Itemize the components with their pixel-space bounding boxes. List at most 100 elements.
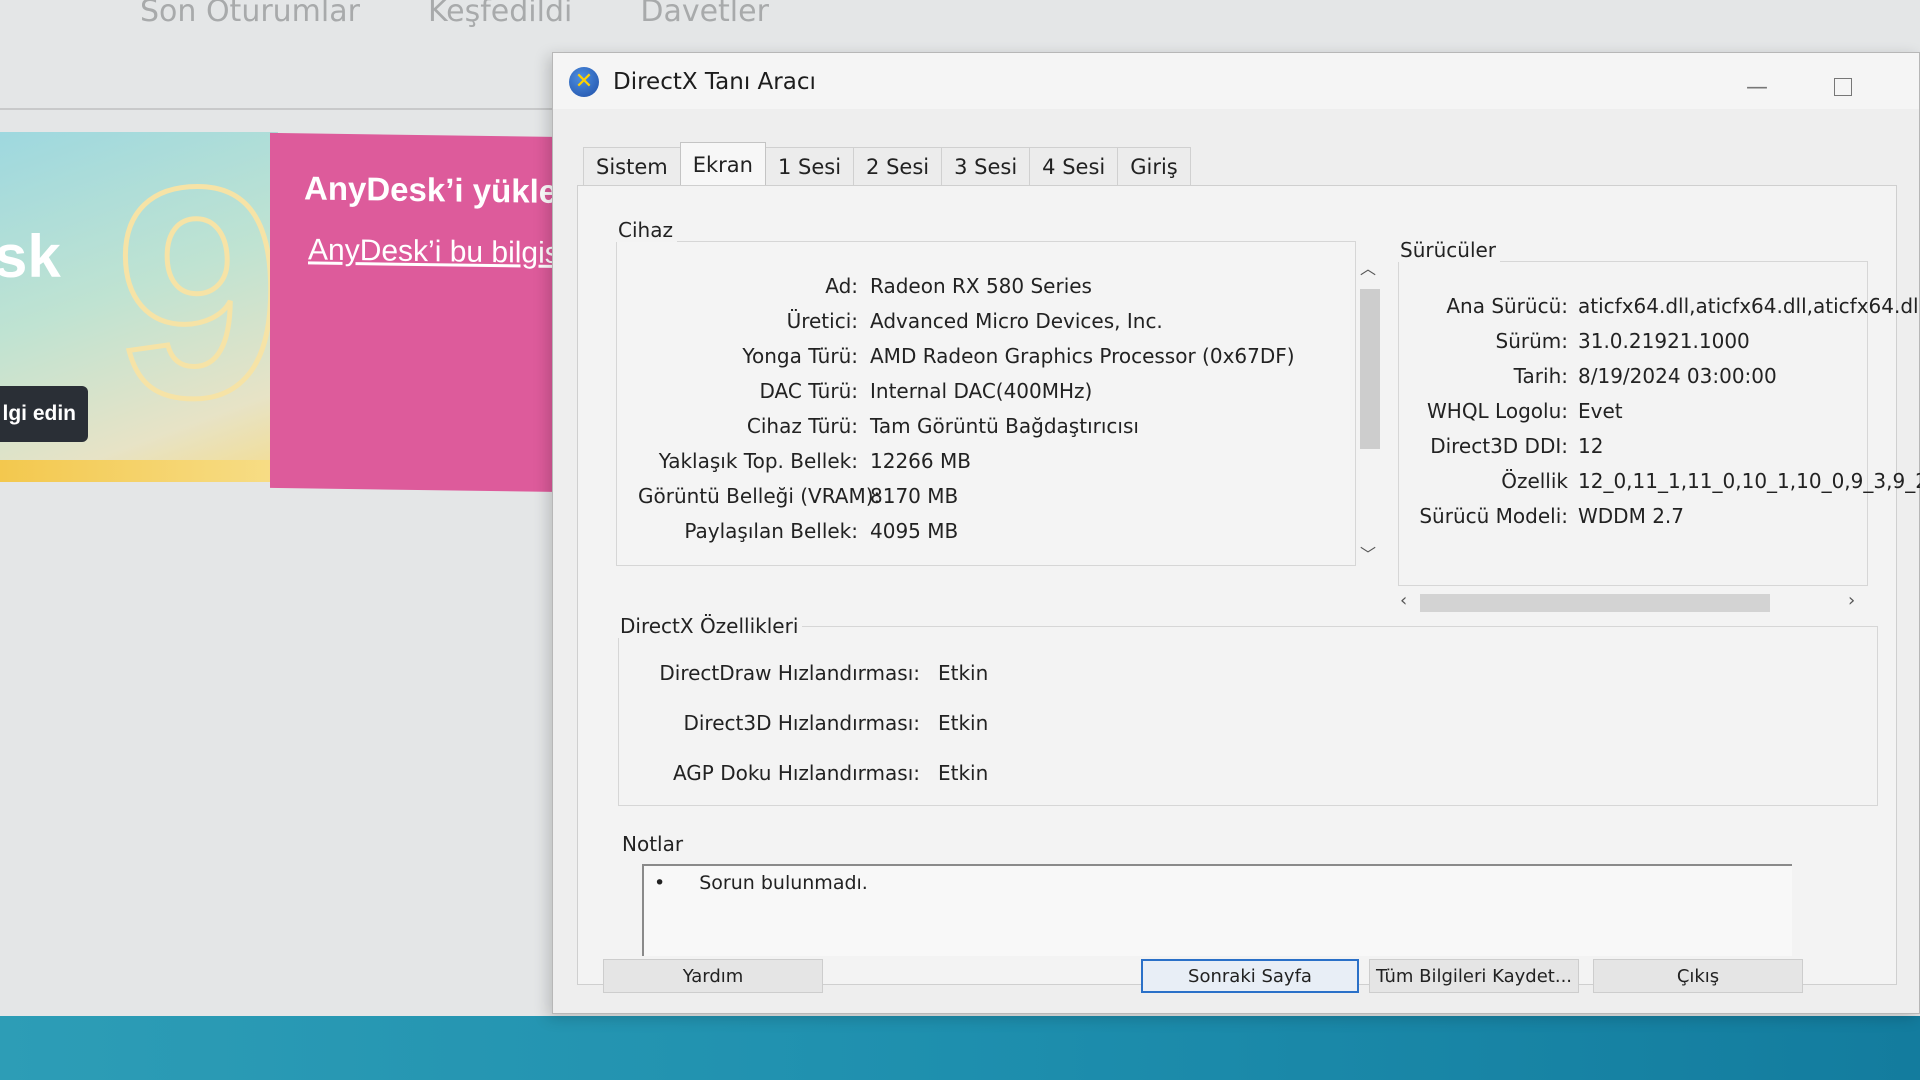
device-row-dac-type: DAC Türü: Internal DAC(400MHz) <box>638 379 1093 403</box>
device-row-vram: Görüntü Belleği (VRAM): 8170 MB <box>638 484 958 508</box>
device-scroll-thumb[interactable] <box>1360 289 1380 449</box>
driver-date-value: 8/19/2024 03:00:00 <box>1578 364 1777 388</box>
feature-direct3d-key: Direct3D Hızlandırması: <box>683 711 920 735</box>
nav-discovered[interactable]: Keşfedildi <box>428 0 572 34</box>
device-name-value: Radeon RX 580 Series <box>870 274 1092 298</box>
device-shared-memory-key: Paylaşılan Bellek: <box>684 519 858 543</box>
scroll-down-icon[interactable]: ﹀ <box>1360 541 1376 565</box>
device-chip-type-key: Yonga Türü: <box>742 344 858 368</box>
tab-sesi-3[interactable]: 3 Sesi <box>941 147 1031 185</box>
feature-direct3d-value: Etkin <box>938 711 989 735</box>
driver-row-d3d-ddi: Direct3D DDI: 12 <box>1408 434 1603 458</box>
driver-row-feature-levels: Özellik 12_0,11_1,11_0,10_1,10_0,9_3,9_2… <box>1408 469 1920 493</box>
device-group-label: Cihaz <box>614 218 677 242</box>
save-all-info-button[interactable]: Tüm Bilgileri Kaydet... <box>1369 959 1579 993</box>
tab-sesi-2[interactable]: 2 Sesi <box>853 147 943 185</box>
device-dac-type-key: DAC Türü: <box>759 379 859 403</box>
taskbar <box>0 1016 1920 1080</box>
tab-ekran[interactable]: Ekran <box>679 142 766 186</box>
nav-recent-sessions[interactable]: Son Oturumlar <box>140 0 360 34</box>
window-title: DirectX Tanı Aracı <box>613 69 816 95</box>
device-total-memory-value: 12266 MB <box>870 449 971 473</box>
note-item: • Sorun bulunmadı. <box>654 872 868 894</box>
help-button[interactable]: Yardım <box>603 959 823 993</box>
tab-bar: Sistem Ekran 1 Sesi 2 Sesi 3 Sesi 4 Sesi… <box>583 142 1191 186</box>
nav-invitations[interactable]: Davetler <box>640 0 769 34</box>
directx-features-label: DirectX Özellikleri <box>616 614 803 638</box>
device-chip-type-value: AMD Radeon Graphics Processor (0x67DF) <box>870 344 1295 368</box>
promo-card-brand-text: sk <box>0 223 61 290</box>
device-row-name: Ad: Radeon RX 580 Series <box>638 274 1092 298</box>
install-anydesk-title: AnyDesk’i yükle <box>304 169 558 210</box>
device-total-memory-key: Yaklaşık Top. Bellek: <box>658 449 858 473</box>
device-row-total-memory: Yaklaşık Top. Bellek: 12266 MB <box>638 449 971 473</box>
device-vertical-scrollbar[interactable]: ︿ ﹀ <box>1356 251 1382 566</box>
driver-version-key: Sürüm: <box>1495 329 1569 353</box>
background-nav: Son Oturumlar Keşfedildi Davetler <box>140 0 769 34</box>
install-anydesk-card[interactable]: AnyDesk’i yükle AnyDesk’i bu bilgis <box>270 132 570 493</box>
promo-card-number: 9 <box>113 132 278 460</box>
feature-row-direct3d: Direct3D Hızlandırması: Etkin <box>638 711 988 735</box>
background-divider <box>0 108 560 110</box>
device-row-chip-type: Yonga Türü: AMD Radeon Graphics Processo… <box>638 344 1295 368</box>
scroll-up-icon[interactable]: ︿ <box>1360 255 1376 279</box>
tab-sistem[interactable]: Sistem <box>583 147 681 185</box>
device-type-value: Tam Görüntü Bağdaştırıcısı <box>870 414 1139 438</box>
maximize-icon <box>1834 78 1852 96</box>
device-type-key: Cihaz Türü: <box>746 414 858 438</box>
drivers-horizontal-scrollbar[interactable]: ‹ › <box>1398 590 1868 616</box>
feature-agp-value: Etkin <box>938 761 989 785</box>
note-text: Sorun bulunmadı. <box>699 872 868 894</box>
driver-row-version: Sürüm: 31.0.21921.1000 <box>1408 329 1750 353</box>
tab-giris[interactable]: Giriş <box>1117 147 1191 185</box>
device-manufacturer-key: Üretici: <box>786 309 858 333</box>
driver-feature-levels-key: Özellik <box>1501 469 1568 493</box>
driver-model-value: WDDM 2.7 <box>1578 504 1684 528</box>
feature-row-directdraw: DirectDraw Hızlandırması: Etkin <box>638 661 988 685</box>
tab-sesi-4[interactable]: 4 Sesi <box>1029 147 1119 185</box>
device-row-device-type: Cihaz Türü: Tam Görüntü Bağdaştırıcısı <box>638 414 1139 438</box>
bullet-icon: • <box>654 872 666 894</box>
driver-date-key: Tarih: <box>1513 364 1568 388</box>
minimize-button[interactable]: — <box>1737 71 1777 103</box>
maximize-button[interactable] <box>1823 71 1863 103</box>
driver-row-whql: WHQL Logolu: Evet <box>1408 399 1623 423</box>
driver-d3d-ddi-value: 12 <box>1578 434 1604 458</box>
device-row-shared-memory: Paylaşılan Bellek: 4095 MB <box>638 519 958 543</box>
feature-agp-key: AGP Doku Hızlandırması: <box>672 761 920 785</box>
driver-row-model: Sürücü Modeli: WDDM 2.7 <box>1408 504 1684 528</box>
driver-row-date: Tarih: 8/19/2024 03:00:00 <box>1408 364 1777 388</box>
scroll-right-icon[interactable]: › <box>1848 590 1855 611</box>
feature-directdraw-value: Etkin <box>938 661 989 685</box>
learn-more-button[interactable]: lgi edin <box>0 386 88 442</box>
driver-main-key: Ana Sürücü: <box>1446 294 1568 318</box>
promo-card-ribbon <box>0 460 278 482</box>
titlebar[interactable]: ✕ DirectX Tanı Aracı — <box>553 53 1919 109</box>
exit-button[interactable]: Çıkış <box>1593 959 1803 993</box>
device-vram-key: Görüntü Belleği (VRAM): <box>638 484 881 508</box>
install-anydesk-link[interactable]: AnyDesk’i bu bilgis <box>308 233 560 271</box>
device-dac-type-value: Internal DAC(400MHz) <box>870 379 1093 403</box>
scroll-left-icon[interactable]: ‹ <box>1400 590 1407 611</box>
driver-row-main: Ana Sürücü: aticfx64.dll,aticfx64.dll,at… <box>1408 294 1920 318</box>
driver-whql-key: WHQL Logolu: <box>1427 399 1568 423</box>
drivers-scroll-thumb[interactable] <box>1420 594 1770 612</box>
driver-model-key: Sürücü Modeli: <box>1419 504 1568 528</box>
drivers-group-label: Sürücüler <box>1396 238 1501 262</box>
device-shared-memory-value: 4095 MB <box>870 519 959 543</box>
notes-textbox[interactable]: • Sorun bulunmadı. <box>642 864 1792 956</box>
driver-main-value: aticfx64.dll,aticfx64.dll,aticfx64.dll,a… <box>1578 294 1920 318</box>
notes-label: Notlar <box>618 832 688 856</box>
driver-version-value: 31.0.21921.1000 <box>1578 329 1750 353</box>
feature-directdraw-key: DirectDraw Hızlandırması: <box>659 661 920 685</box>
directx-diag-window: ✕ DirectX Tanı Aracı — Sistem Ekran 1 Se… <box>552 52 1920 1014</box>
tab-panel-ekran: Cihaz Ad: Radeon RX 580 Series Üretici: … <box>577 185 1920 985</box>
tab-sesi-1[interactable]: 1 Sesi <box>764 147 855 185</box>
driver-d3d-ddi-key: Direct3D DDI: <box>1430 434 1568 458</box>
directx-x-icon: ✕ <box>569 67 599 97</box>
feature-row-agp: AGP Doku Hızlandırması: Etkin <box>638 761 988 785</box>
device-vram-value: 8170 MB <box>870 484 959 508</box>
driver-whql-value: Evet <box>1578 399 1623 423</box>
next-page-button[interactable]: Sonraki Sayfa <box>1141 959 1359 993</box>
driver-feature-levels-value: 12_0,11_1,11_0,10_1,10_0,9_3,9_2, <box>1578 469 1920 493</box>
